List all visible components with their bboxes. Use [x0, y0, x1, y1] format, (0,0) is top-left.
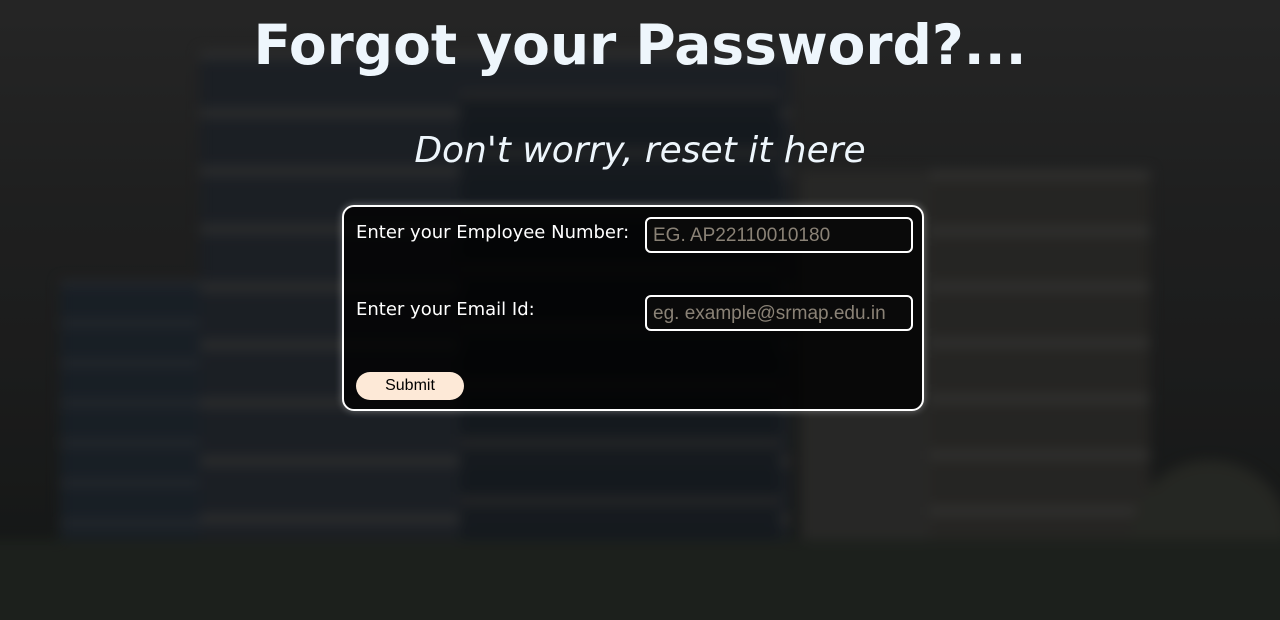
page-title: Forgot your Password?... — [253, 13, 1027, 77]
email-label: Enter your Email Id: — [356, 299, 535, 320]
reset-password-form: Enter your Employee Number: Enter your E… — [342, 205, 924, 411]
submit-button[interactable]: Submit — [356, 372, 464, 400]
page-subtitle: Don't worry, reset it here — [414, 130, 866, 171]
employee-number-label: Enter your Employee Number: — [356, 222, 630, 243]
employee-number-input[interactable] — [645, 217, 913, 253]
email-input[interactable] — [645, 295, 913, 331]
